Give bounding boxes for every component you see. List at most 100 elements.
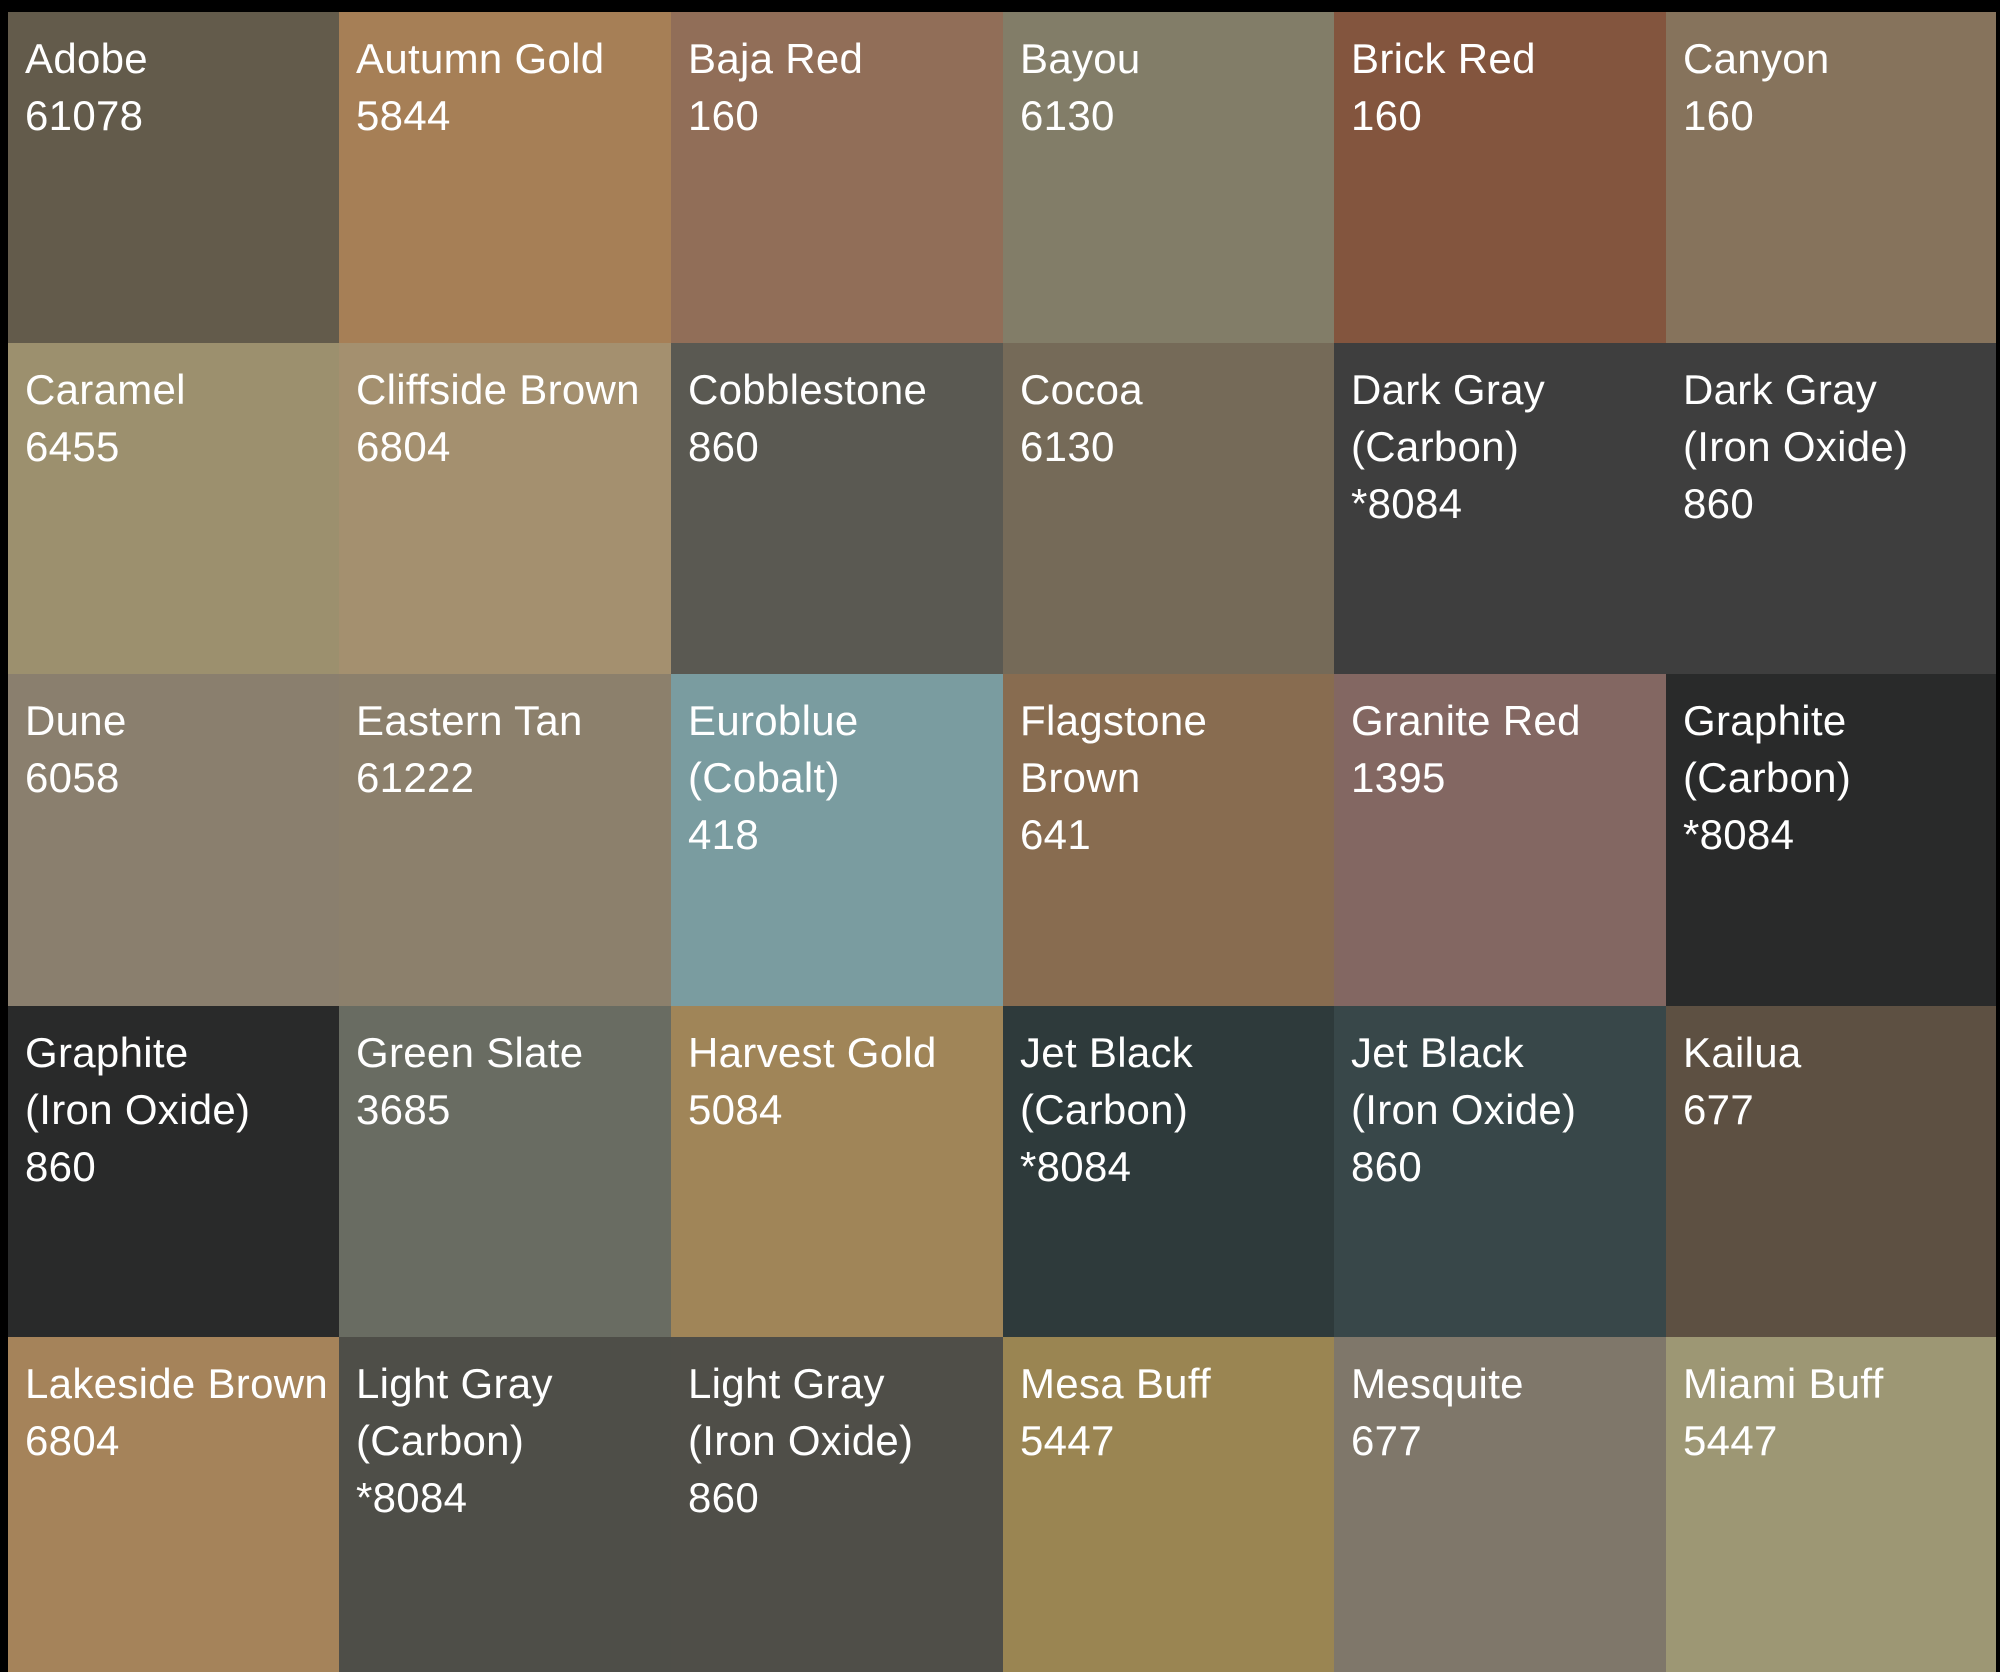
- swatch-label: Dune 6058: [25, 692, 335, 806]
- swatch-name-line: Dune: [25, 697, 127, 744]
- swatch-code: 5844: [356, 92, 451, 139]
- swatch-name-line: Miami Buff: [1683, 1360, 1884, 1407]
- swatch-name-line: Brick Red: [1351, 35, 1536, 82]
- color-swatch: Eastern Tan 61222: [339, 674, 671, 1006]
- swatch-code: *8084: [1020, 1143, 1132, 1190]
- swatch-label: Cliffside Brown 6804: [356, 361, 667, 475]
- color-swatch: Harvest Gold 5084: [671, 1006, 1003, 1337]
- swatch-code: 677: [1351, 1417, 1422, 1464]
- color-swatch: Caramel 6455: [8, 343, 339, 674]
- swatch-name-line: (Carbon): [1351, 423, 1520, 470]
- swatch-name-line: Mesa Buff: [1020, 1360, 1212, 1407]
- swatch-name-line: Dark Gray: [1351, 366, 1546, 413]
- swatch-name-line: Cobblestone: [688, 366, 928, 413]
- color-swatch: Graphite (Carbon) *8084: [1666, 674, 1996, 1006]
- swatch-name-line: (Cobalt): [688, 754, 840, 801]
- swatch-label: Caramel 6455: [25, 361, 335, 475]
- swatch-name-line: (Carbon): [1683, 754, 1852, 801]
- swatch-code: 6804: [25, 1417, 120, 1464]
- color-swatch: Mesa Buff 5447: [1003, 1337, 1334, 1672]
- swatch-label: Baja Red 160: [688, 30, 999, 144]
- swatch-label: Green Slate 3685: [356, 1024, 667, 1138]
- color-swatch: Cobblestone 860: [671, 343, 1003, 674]
- swatch-code: 160: [688, 92, 759, 139]
- swatch-label: Jet Black (Carbon) *8084: [1020, 1024, 1330, 1195]
- color-swatch: Brick Red 160: [1334, 12, 1666, 343]
- swatch-code: 5084: [688, 1086, 783, 1133]
- swatch-label: Canyon 160: [1683, 30, 1992, 144]
- swatch-name-line: Graphite: [25, 1029, 189, 1076]
- color-swatch: Green Slate 3685: [339, 1006, 671, 1337]
- swatch-code: 1395: [1351, 754, 1446, 801]
- swatch-name-line: Cliffside Brown: [356, 366, 640, 413]
- color-swatch: Dark Gray (Carbon) *8084: [1334, 343, 1666, 674]
- swatch-label: Light Gray (Iron Oxide) 860: [688, 1355, 999, 1526]
- color-swatch: Bayou 6130: [1003, 12, 1334, 343]
- swatch-label: Flagstone Brown 641: [1020, 692, 1330, 863]
- color-swatch: Cliffside Brown 6804: [339, 343, 671, 674]
- swatch-label: Cocoa 6130: [1020, 361, 1330, 475]
- swatch-code: 860: [1351, 1143, 1422, 1190]
- swatch-name-line: (Carbon): [356, 1417, 525, 1464]
- color-swatch: Dark Gray (Iron Oxide) 860: [1666, 343, 1996, 674]
- swatch-label: Mesa Buff 5447: [1020, 1355, 1330, 1469]
- swatch-code: 160: [1351, 92, 1422, 139]
- color-swatch: Light Gray (Carbon) *8084: [339, 1337, 671, 1672]
- color-swatch: Light Gray (Iron Oxide) 860: [671, 1337, 1003, 1672]
- swatch-name-line: Light Gray: [688, 1360, 885, 1407]
- swatch-label: Adobe 61078: [25, 30, 335, 144]
- swatch-code: 418: [688, 811, 759, 858]
- swatch-code: *8084: [356, 1474, 468, 1521]
- swatch-label: Brick Red 160: [1351, 30, 1662, 144]
- swatch-name-line: Baja Red: [688, 35, 864, 82]
- swatch-name-line: Light Gray: [356, 1360, 553, 1407]
- swatch-label: Dark Gray (Iron Oxide) 860: [1683, 361, 1992, 532]
- swatch-code: *8084: [1683, 811, 1795, 858]
- swatch-label: Light Gray (Carbon) *8084: [356, 1355, 667, 1526]
- swatch-name-line: Euroblue: [688, 697, 859, 744]
- swatch-code: 6058: [25, 754, 120, 801]
- swatch-name-line: Mesquite: [1351, 1360, 1524, 1407]
- swatch-code: 6804: [356, 423, 451, 470]
- swatch-label: Graphite (Iron Oxide) 860: [25, 1024, 335, 1195]
- swatch-name-line: Harvest Gold: [688, 1029, 937, 1076]
- swatch-code: 860: [1683, 480, 1754, 527]
- color-swatch: Jet Black (Carbon) *8084: [1003, 1006, 1334, 1337]
- swatch-name-line: Kailua: [1683, 1029, 1802, 1076]
- swatch-label: Autumn Gold 5844: [356, 30, 667, 144]
- swatch-code: 5447: [1020, 1417, 1115, 1464]
- swatch-label: Bayou 6130: [1020, 30, 1330, 144]
- swatch-name-line: Jet Black: [1020, 1029, 1194, 1076]
- swatch-name-line: Jet Black: [1351, 1029, 1525, 1076]
- swatch-label: Euroblue (Cobalt) 418: [688, 692, 999, 863]
- swatch-name-line: Canyon: [1683, 35, 1830, 82]
- swatch-code: 160: [1683, 92, 1754, 139]
- color-swatch: Lakeside Brown 6804: [8, 1337, 339, 1672]
- color-swatch: Adobe 61078: [8, 12, 339, 343]
- swatch-code: 6130: [1020, 92, 1115, 139]
- swatch-code: 641: [1020, 811, 1091, 858]
- swatch-name-line: Granite Red: [1351, 697, 1581, 744]
- swatch-name-line: Dark Gray: [1683, 366, 1878, 413]
- color-swatch: Cocoa 6130: [1003, 343, 1334, 674]
- swatch-label: Kailua 677: [1683, 1024, 1992, 1138]
- swatch-name-line: Graphite: [1683, 697, 1847, 744]
- swatch-name-line: (Iron Oxide): [1351, 1086, 1577, 1133]
- swatch-code: 3685: [356, 1086, 451, 1133]
- swatch-code: 860: [25, 1143, 96, 1190]
- swatch-code: 860: [688, 1474, 759, 1521]
- swatch-label: Harvest Gold 5084: [688, 1024, 999, 1138]
- swatch-code: 5447: [1683, 1417, 1778, 1464]
- swatch-label: Granite Red 1395: [1351, 692, 1662, 806]
- swatch-label: Eastern Tan 61222: [356, 692, 667, 806]
- swatch-code: 6130: [1020, 423, 1115, 470]
- swatch-name-line: Brown: [1020, 754, 1141, 801]
- color-swatch: Euroblue (Cobalt) 418: [671, 674, 1003, 1006]
- color-swatch-grid: Adobe 61078 Autumn Gold 5844 Baja Red 160 Bayo…: [8, 12, 1996, 1672]
- swatch-code: 860: [688, 423, 759, 470]
- swatch-name-line: Autumn Gold: [356, 35, 605, 82]
- swatch-code: *8084: [1351, 480, 1463, 527]
- swatch-name-line: (Carbon): [1020, 1086, 1189, 1133]
- color-swatch: Autumn Gold 5844: [339, 12, 671, 343]
- swatch-name-line: Lakeside Brown: [25, 1360, 329, 1407]
